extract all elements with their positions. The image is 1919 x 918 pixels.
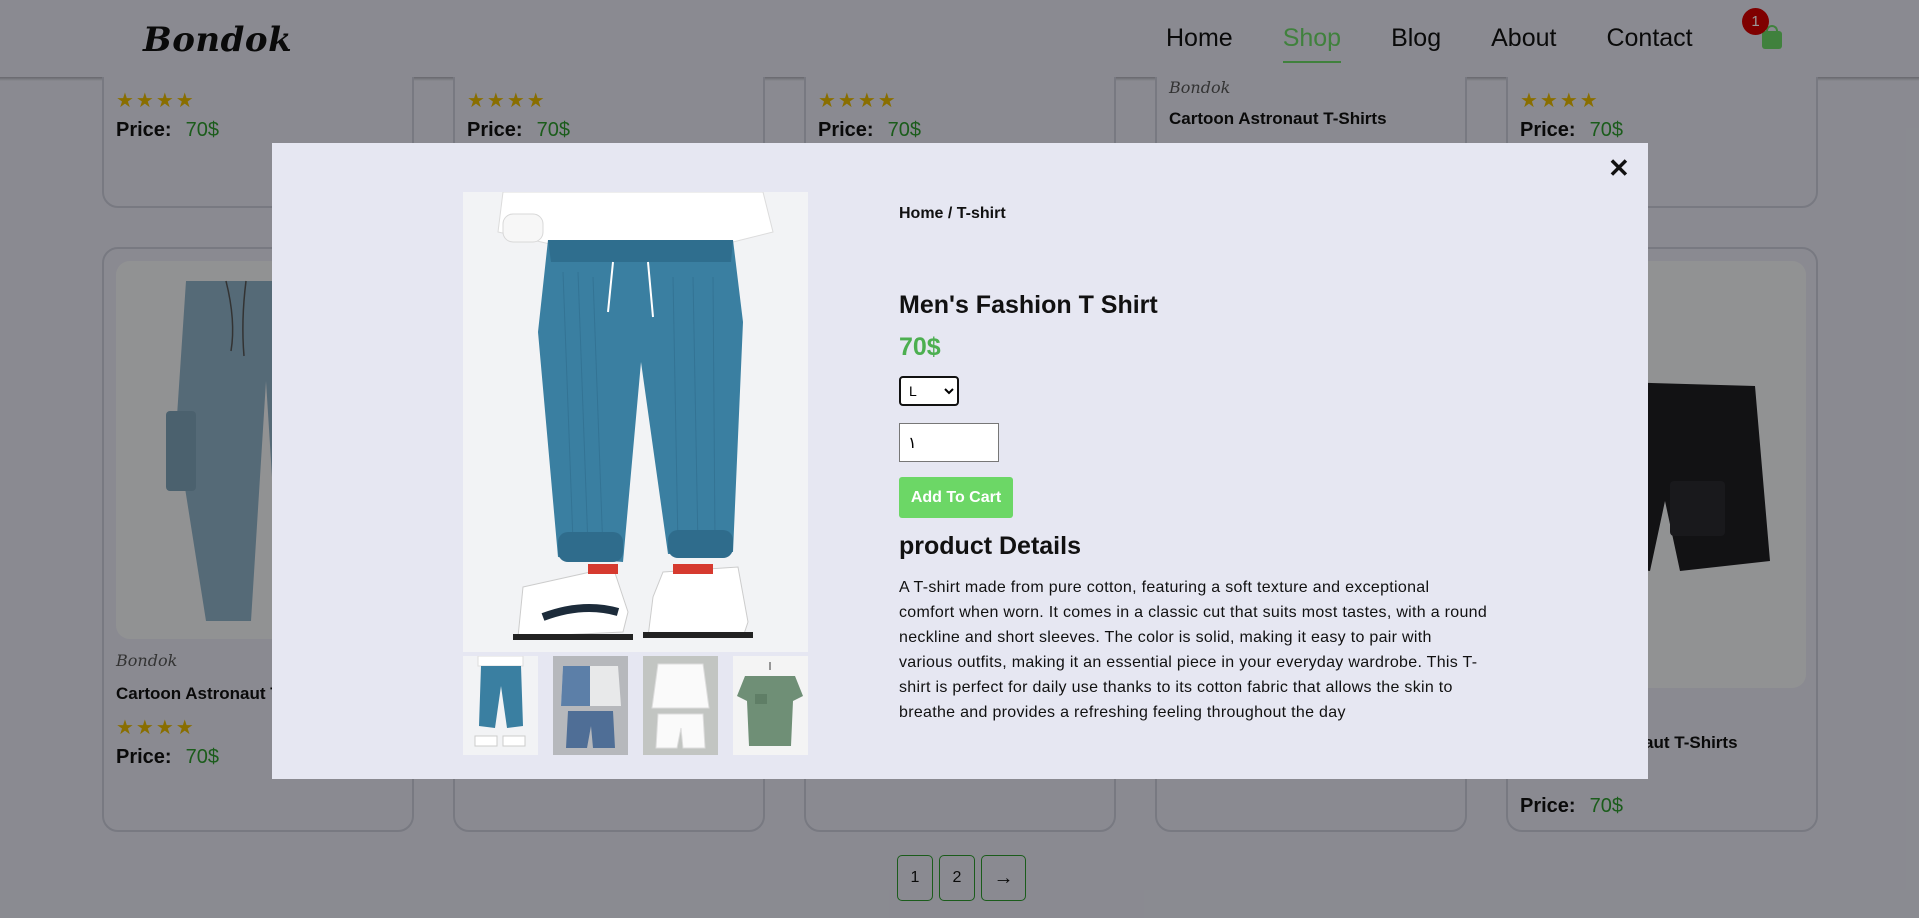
thumbnail-strip [463,656,808,755]
star-rating: ★★★★ [116,90,196,112]
product-description: A T-shirt made from pure cotton, featuri… [899,579,1488,721]
nav-contact[interactable]: Contact [1606,24,1692,53]
star-rating: ★★★★ [818,90,898,112]
site-logo[interactable]: Bondok [143,20,292,60]
product-price: Price: 70$ [116,746,219,768]
nav-shop[interactable]: Shop [1282,24,1342,63]
size-select[interactable]: L [899,376,959,406]
product-price: Price: 70$ [1520,119,1623,141]
page-1-button[interactable]: 1 [897,855,933,901]
product-name: Cartoon Astronaut T-Shirts [1169,109,1387,128]
product-price: Price: 70$ [116,119,219,141]
arrow-right-icon[interactable]: → [981,855,1026,901]
product-price: Price: 70$ [818,119,921,141]
thumbnail-image[interactable] [643,656,718,755]
star-rating: ★★★★ [467,90,547,112]
breadcrumb[interactable]: Home / T-shirt [899,205,1006,223]
site-header: Bondok Home Shop Blog About Contact 1 [0,0,1919,77]
quantity-input[interactable] [899,423,999,462]
brand-label: Bondok [116,651,178,670]
add-to-cart-button[interactable]: Add To Cart [899,477,1013,518]
close-icon[interactable]: ✕ [1608,153,1630,184]
nav-home[interactable]: Home [1166,24,1233,53]
cart-count-badge: 1 [1742,8,1769,35]
nav-blog[interactable]: Blog [1391,24,1441,53]
product-price: Price: 70$ [1520,795,1623,817]
page-2-button[interactable]: 2 [939,855,975,901]
pagination: 1 2 → [897,855,1026,901]
product-modal: ✕ Home / T-shirt Men's Fashion T Shirt 7… [272,143,1648,779]
thumbnail-image[interactable] [733,656,808,755]
star-rating: ★★★★ [1520,90,1600,112]
nav-about[interactable]: About [1491,24,1556,53]
main-nav: Home Shop Blog About Contact [1166,24,1693,63]
thumbnail-image[interactable] [553,656,628,755]
main-product-image [463,192,808,652]
product-price: Price: 70$ [467,119,570,141]
product-title: Men's Fashion T Shirt [899,291,1158,319]
brand-label: Bondok [1169,78,1231,97]
star-rating: ★★★★ [116,717,196,739]
details-heading: product Details [899,532,1081,560]
thumbnail-image[interactable] [463,656,538,755]
product-price: 70$ [899,333,941,361]
